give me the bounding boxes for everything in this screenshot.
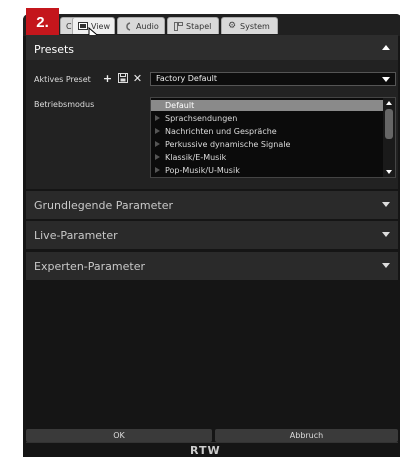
list-item[interactable]: Pop-Musik/U-Musik — [151, 165, 383, 176]
play-icon — [155, 128, 160, 134]
scroll-thumb[interactable] — [385, 109, 393, 139]
tab-audio[interactable]: Audio — [117, 17, 165, 34]
expert-params-section-header[interactable]: Experten-Parameter — [26, 252, 398, 280]
tab-label: C — [66, 21, 72, 31]
listbox-scrollbar[interactable] — [383, 98, 395, 177]
list-item-label: Sprachsendungen — [165, 114, 238, 123]
chevron-down-icon — [382, 232, 390, 237]
play-icon — [155, 167, 160, 173]
list-item-label: Pop-Musik/U-Musik — [165, 166, 240, 175]
section-title: Experten-Parameter — [34, 259, 145, 273]
stack-icon — [173, 21, 183, 31]
mode-label: Betriebsmodus — [34, 100, 95, 109]
tab-label: Audio — [136, 21, 159, 31]
scroll-down-icon[interactable] — [386, 170, 392, 174]
audio-icon — [123, 21, 133, 31]
list-item[interactable]: Nachrichten und Gespräche — [151, 126, 383, 137]
add-preset-icon[interactable]: + — [102, 73, 113, 84]
section-title: Grundlegende Parameter — [34, 198, 173, 212]
list-item[interactable]: Default — [151, 100, 383, 111]
list-item[interactable]: Sprachsendungen — [151, 113, 383, 124]
save-preset-icon[interactable] — [117, 73, 128, 84]
section-title: Presets — [34, 42, 75, 56]
list-item-label: Nachrichten und Gespräche — [165, 127, 277, 136]
list-item-label: Default — [165, 101, 195, 110]
list-item[interactable]: Perkussive dynamische Signale — [151, 139, 383, 150]
active-preset-select[interactable]: Factory Default — [150, 72, 396, 86]
tab-label: Stapel — [186, 21, 212, 31]
ok-button[interactable]: OK — [26, 429, 212, 442]
list-item-label: Klassik/E-Musik — [165, 153, 227, 162]
delete-preset-icon[interactable]: ✕ — [132, 73, 143, 84]
cancel-button[interactable]: Abbruch — [215, 429, 398, 442]
gear-icon: ⚙ — [227, 21, 237, 31]
step-badge: 2. — [26, 8, 59, 36]
live-params-section-header[interactable]: Live-Parameter — [26, 221, 398, 249]
play-icon — [155, 115, 160, 121]
chevron-down-icon — [382, 202, 390, 207]
brand-logo: RTW — [190, 444, 221, 457]
presets-section-header[interactable]: Presets — [26, 35, 398, 63]
tab-stapel[interactable]: Stapel — [167, 17, 219, 34]
scroll-up-icon[interactable] — [386, 101, 392, 105]
divider — [26, 442, 398, 443]
list-item-label: Perkussive dynamische Signale — [165, 140, 291, 149]
tab-label: System — [240, 21, 270, 31]
chevron-down-icon — [382, 263, 390, 268]
play-icon — [155, 154, 160, 160]
basic-params-section-header[interactable]: Grundlegende Parameter — [26, 191, 398, 219]
active-preset-value: Factory Default — [156, 74, 217, 83]
mode-listbox[interactable]: Default Sprachsendungen Nachrichten und … — [150, 97, 396, 178]
list-item[interactable]: Klassik/E-Musik — [151, 152, 383, 163]
active-preset-label: Aktives Preset — [34, 75, 91, 84]
section-title: Live-Parameter — [34, 228, 118, 242]
play-icon — [155, 141, 160, 147]
collapse-arrow-icon — [382, 45, 390, 50]
display-icon — [78, 22, 88, 31]
chevron-down-icon — [382, 77, 390, 82]
tab-system[interactable]: ⚙ System — [221, 17, 278, 34]
